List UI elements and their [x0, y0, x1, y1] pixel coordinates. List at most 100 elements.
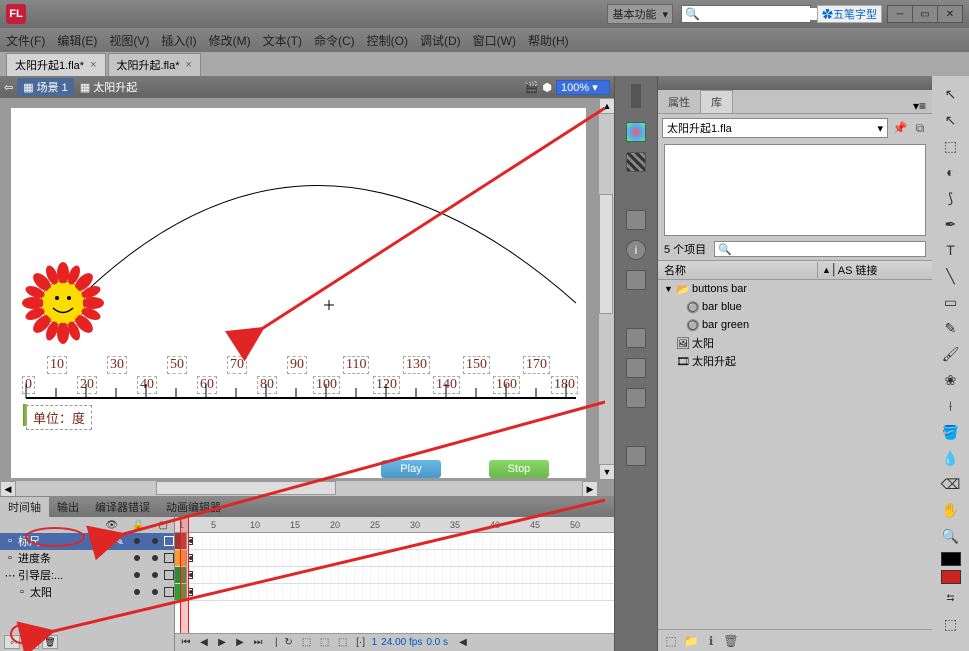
subselection-tool[interactable]: ↖	[939, 108, 963, 132]
symbol-breadcrumb[interactable]: ▦ 太阳升起	[80, 79, 137, 95]
edit-scene-icon[interactable]: 🎬	[525, 81, 539, 94]
library-item[interactable]: 🎞 太阳升起	[658, 352, 932, 370]
vertical-scrollbar[interactable]: ▲ ▼	[598, 98, 614, 480]
scroll-button[interactable]: ◀	[456, 636, 470, 650]
rectangle-tool[interactable]: ▭	[939, 290, 963, 314]
next-frame-button[interactable]: ▶	[233, 636, 247, 650]
motion-presets-icon[interactable]	[626, 388, 646, 408]
menu-control[interactable]: 控制(O)	[367, 32, 408, 49]
new-folder-button[interactable]: 📁	[682, 633, 700, 649]
ime-indicator[interactable]: ✿五笔字型	[817, 5, 882, 23]
onion-outline-button[interactable]: ⬚	[318, 636, 332, 650]
frame-ruler[interactable]: 1 5 10 15 20 25 30 35 40 45 50	[175, 517, 614, 533]
library-item[interactable]: 🔘 bar green	[658, 316, 932, 334]
layer-row[interactable]: ⋯ 引导层:...	[0, 567, 174, 584]
components-panel-icon[interactable]	[626, 358, 646, 378]
tab-motion-editor[interactable]: 动画编辑器	[158, 497, 229, 517]
eraser-tool[interactable]: ⌫	[939, 472, 963, 496]
code-panel-icon[interactable]	[626, 328, 646, 348]
stroke-color[interactable]	[941, 552, 961, 566]
panel-menu-icon[interactable]: ▾≡	[913, 99, 926, 113]
delete-button[interactable]: 🗑	[722, 633, 740, 649]
back-arrow-icon[interactable]: ⇦	[4, 81, 13, 94]
document-tab[interactable]: 太阳升起.fla*×	[108, 53, 201, 76]
transform-panel-icon[interactable]	[626, 270, 646, 290]
deco-tool[interactable]: ❀	[939, 368, 963, 392]
3d-rotation-tool[interactable]: ◐	[939, 160, 963, 184]
brush-tool[interactable]: 🖌	[939, 342, 963, 366]
hand-tool[interactable]: ✋	[939, 498, 963, 522]
tab-library[interactable]: 库	[700, 90, 733, 113]
library-item[interactable]: 🖼 太阳	[658, 334, 932, 352]
menu-commands[interactable]: 命令(C)	[314, 32, 355, 49]
library-item[interactable]: 🔘 bar blue	[658, 298, 932, 316]
properties-button[interactable]: ℹ	[702, 633, 720, 649]
scene-button[interactable]: ▦ 场景 1	[17, 78, 74, 96]
stage-area[interactable]: 10 30 50 70 90 110 130 150 170 0 20 40 6…	[0, 98, 614, 496]
close-tab-icon[interactable]: ×	[185, 59, 191, 71]
menu-help[interactable]: 帮助(H)	[528, 32, 569, 49]
panel-toggle[interactable]	[631, 84, 641, 108]
free-transform-tool[interactable]: ⬚	[939, 134, 963, 158]
play-button[interactable]: ▶	[215, 636, 229, 650]
fill-color[interactable]	[941, 570, 961, 584]
snap-toggle[interactable]: ⬚	[939, 612, 963, 636]
new-symbol-button[interactable]: ⬚	[662, 633, 680, 649]
tab-properties[interactable]: 属性	[658, 91, 700, 113]
edit-symbol-icon[interactable]: ⬢	[542, 81, 552, 94]
workspace-selector[interactable]: 基本功能▾	[607, 4, 673, 24]
search-input[interactable]: 🔍	[681, 5, 811, 23]
column-aslink[interactable]: ▲│AS 链接	[818, 262, 878, 278]
prev-frame-button[interactable]: ◀	[197, 636, 211, 650]
expand-arrow-icon[interactable]: ▼	[664, 284, 676, 294]
swatches-panel-icon[interactable]	[626, 152, 646, 172]
eyedropper-tool[interactable]: 💧	[939, 446, 963, 470]
stage-canvas[interactable]: 10 30 50 70 90 110 130 150 170 0 20 40 6…	[11, 108, 586, 478]
library-search-input[interactable]: 🔍	[714, 241, 926, 257]
marker-button[interactable]: [·]	[354, 636, 368, 650]
menu-modify[interactable]: 修改(M)	[209, 32, 251, 49]
line-tool[interactable]: ╲	[939, 264, 963, 288]
delete-layer-button[interactable]: 🗑	[42, 635, 58, 649]
menu-debug[interactable]: 调试(D)	[420, 32, 461, 49]
tab-timeline[interactable]: 时间轴	[0, 497, 49, 517]
menu-edit[interactable]: 编辑(E)	[57, 32, 97, 49]
swap-colors-button[interactable]: ⮀	[939, 586, 963, 610]
loop-button[interactable]: ↻	[282, 636, 296, 650]
menu-text[interactable]: 文本(T)	[263, 32, 302, 49]
maximize-button[interactable]: ▭	[912, 5, 938, 23]
minimize-button[interactable]: ─	[887, 5, 913, 23]
onion-skin-button[interactable]: ⬚	[300, 636, 314, 650]
layer-row[interactable]: ▫ 太阳	[0, 584, 174, 601]
paint-bucket-tool[interactable]: 🪣	[939, 420, 963, 444]
menu-file[interactable]: 文件(F)	[6, 32, 45, 49]
selection-tool[interactable]: ↖	[939, 82, 963, 106]
edit-frames-button[interactable]: ⬚	[336, 636, 350, 650]
horizontal-scrollbar[interactable]: ◀ ▶	[0, 480, 598, 496]
first-frame-button[interactable]: ⏮	[179, 636, 193, 650]
close-button[interactable]: ✕	[937, 5, 963, 23]
lock-icon[interactable]: 🔒	[132, 520, 144, 531]
pin-icon[interactable]: 📌	[892, 120, 908, 136]
zoom-tool[interactable]: 🔍	[939, 524, 963, 548]
pencil-tool[interactable]: ✎	[939, 316, 963, 340]
project-panel-icon[interactable]	[626, 446, 646, 466]
text-tool[interactable]: T	[939, 238, 963, 262]
zoom-selector[interactable]: 100% ▾	[556, 80, 610, 95]
tab-compile-errors[interactable]: 编译器错误	[87, 497, 158, 517]
lasso-tool[interactable]: ⟆	[939, 186, 963, 210]
info-panel-icon[interactable]: i	[626, 240, 646, 260]
menu-insert[interactable]: 插入(I)	[161, 32, 196, 49]
tab-output[interactable]: 输出	[49, 497, 87, 517]
document-tab[interactable]: 太阳升起1.fla*×	[6, 53, 106, 76]
align-panel-icon[interactable]	[626, 210, 646, 230]
layer-row[interactable]: ▫ 进度条	[0, 550, 174, 567]
menu-view[interactable]: 视图(V)	[109, 32, 149, 49]
menu-window[interactable]: 窗口(W)	[473, 32, 516, 49]
library-doc-selector[interactable]: 太阳升起1.fla▾	[662, 118, 888, 138]
library-item-folder[interactable]: ▼ 📂 buttons bar	[658, 280, 932, 298]
new-library-icon[interactable]: ⧉	[912, 120, 928, 136]
column-name[interactable]: 名称	[658, 262, 818, 278]
color-panel-icon[interactable]	[626, 122, 646, 142]
pen-tool[interactable]: ✒	[939, 212, 963, 236]
